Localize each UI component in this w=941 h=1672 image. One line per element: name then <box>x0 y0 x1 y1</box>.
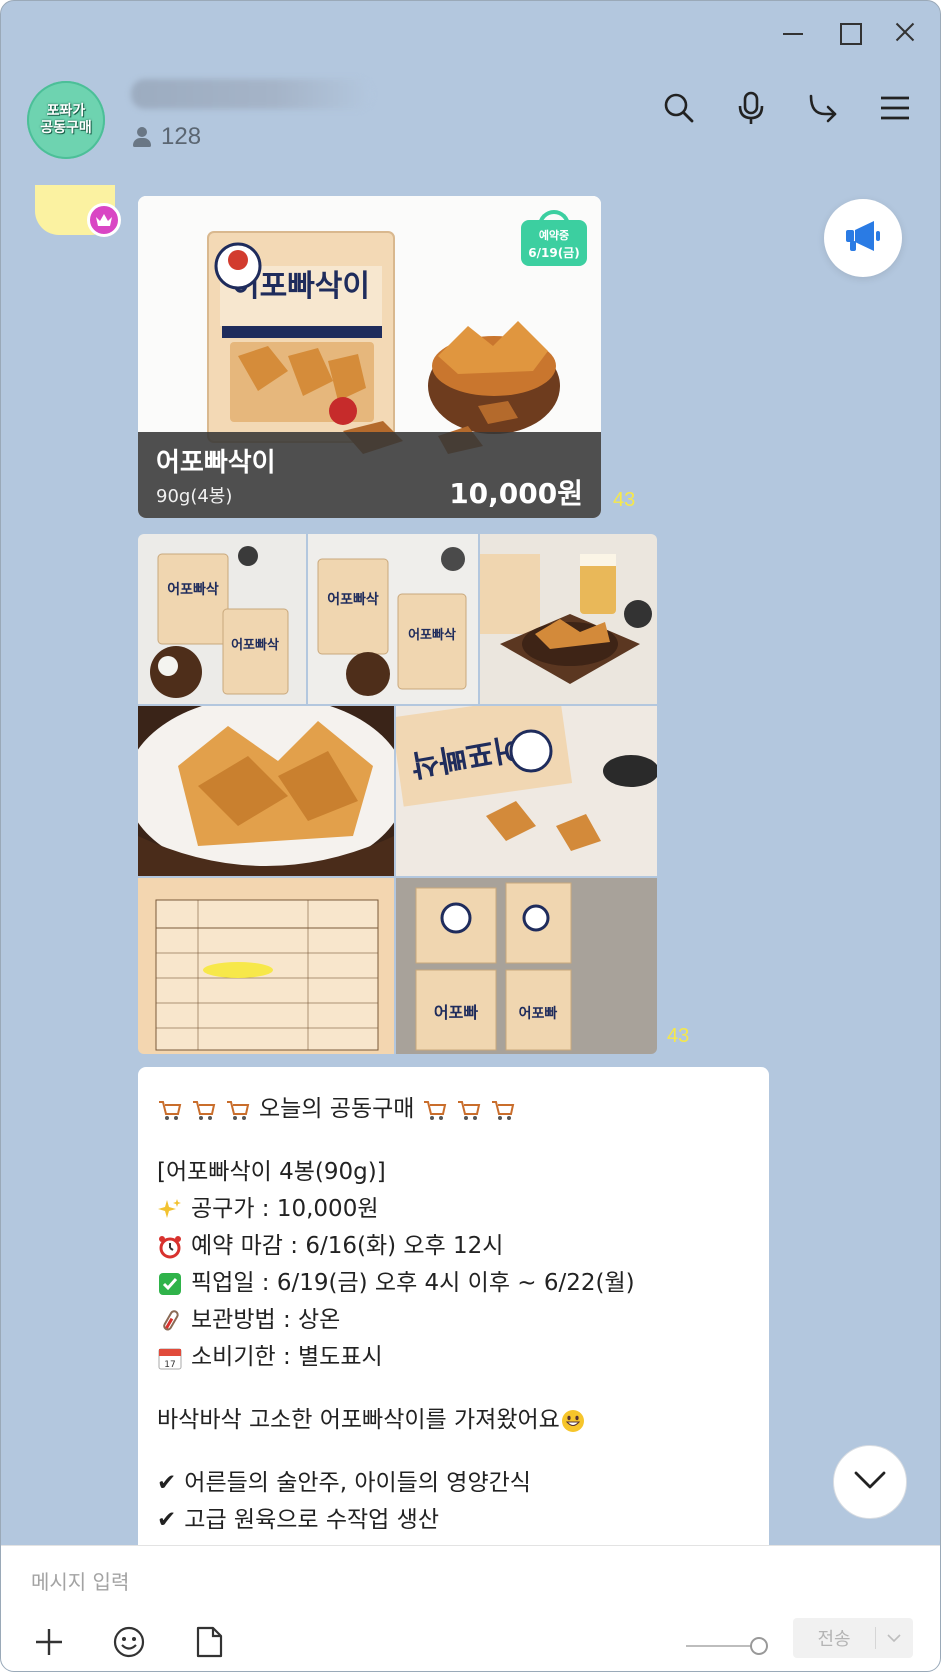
message-price-text: 공구가 : 10,000원 <box>191 1196 379 1222</box>
message-pickup-text: 픽업일 : 6/19(금) 오후 4시 이후 ~ 6/22(월) <box>191 1270 635 1296</box>
file-icon[interactable] <box>191 1624 227 1660</box>
room-avatar[interactable]: 포퐈가 공동구매 <box>27 81 105 159</box>
message-line-point2: ✔ 고급 원육으로 수작업 생산 <box>157 1502 749 1539</box>
photo-grid: 어포빠삭 어포빠삭 어포빠삭 어포빠삭 어포빠삭 어포빠 어포빠 <box>138 534 657 1054</box>
message-line-price: 공구가 : 10,000원 <box>157 1191 749 1228</box>
message-point1-text: 어른들의 술안주, 아이들의 영양간식 <box>184 1470 531 1496</box>
minimize-icon[interactable] <box>780 19 806 45</box>
composer-toolbar <box>31 1624 227 1660</box>
message-line-intro: 바삭바삭 고소한 어포빠삭이를 가져왔어요 <box>157 1402 749 1439</box>
svg-text:어포빠삭: 어포빠삭 <box>231 637 279 653</box>
cart-icon <box>456 1097 482 1123</box>
transparency-slider[interactable] <box>686 1636 768 1656</box>
thermometer-icon <box>157 1308 183 1334</box>
plus-icon[interactable] <box>31 1624 67 1660</box>
product-name: 어포빠삭이 <box>156 448 276 478</box>
share-icon[interactable] <box>806 91 840 125</box>
message-bubble[interactable]: 오늘의 공동구매 [어포빠삭이 4봉(90g)] 공구가 : 10,000원 예… <box>138 1067 769 1551</box>
message-input[interactable] <box>31 1564 891 1600</box>
unread-count: 43 <box>667 1025 690 1047</box>
message-line-pickup: 픽업일 : 6/19(금) 오후 4시 이후 ~ 6/22(월) <box>157 1265 749 1302</box>
sparkles-icon <box>157 1197 183 1223</box>
message-composer: 전송 <box>1 1545 940 1671</box>
chevron-down-icon <box>853 1470 887 1494</box>
announcement-button[interactable] <box>824 199 902 277</box>
header-toolbar <box>662 91 912 125</box>
message-product-text: [어포빠삭이 4봉(90g)] <box>157 1159 386 1185</box>
send-button-label: 전송 <box>817 1629 851 1650</box>
slider-knob[interactable] <box>750 1637 768 1655</box>
chat-header: 포퐈가 공동구매 128 <box>1 71 940 171</box>
alarm-clock-icon <box>157 1234 183 1260</box>
unread-count: 43 <box>613 489 636 511</box>
svg-text:어포빠삭: 어포빠삭 <box>327 591 379 608</box>
message-line-storage: 보관방법 : 상온 <box>157 1302 749 1339</box>
reservation-badge: 예약중 6/19(금) <box>521 210 587 266</box>
send-button[interactable]: 전송 <box>793 1618 913 1658</box>
emoticon-icon[interactable] <box>111 1624 147 1660</box>
check-mark: ✔ <box>157 1470 177 1496</box>
message-line-expiry: 17 소비기한 : 별도표시 <box>157 1339 749 1376</box>
member-count-value: 128 <box>161 123 202 150</box>
message-deadline-text: 예약 마감 : 6/16(화) 오후 12시 <box>191 1233 504 1259</box>
close-icon[interactable] <box>892 19 918 45</box>
member-count[interactable]: 128 <box>131 123 201 151</box>
megaphone-icon <box>844 219 882 257</box>
photo-thumbnail[interactable] <box>138 878 394 1054</box>
message-storage-text: 보관방법 : 상온 <box>191 1307 341 1333</box>
message-title: 오늘의 공동구매 <box>259 1096 415 1122</box>
check-mark: ✔ <box>157 1507 177 1533</box>
room-title-blurred <box>131 79 371 109</box>
photo-thumbnail[interactable]: 어포빠 어포빠 <box>396 878 657 1054</box>
chevron-down-icon[interactable] <box>876 1633 912 1643</box>
message-line-product: [어포빠삭이 4봉(90g)] <box>157 1154 749 1191</box>
cart-icon <box>191 1097 217 1123</box>
scroll-to-bottom-button[interactable] <box>833 1445 907 1519</box>
cart-icon <box>490 1097 516 1123</box>
message-expiry-text: 소비기한 : 별도표시 <box>191 1344 383 1370</box>
svg-text:어포빠삭: 어포빠삭 <box>167 581 219 598</box>
reservation-date: 6/19(금) <box>528 246 580 260</box>
grinning-face-icon <box>560 1408 586 1434</box>
svg-text:어포빠삭: 어포빠삭 <box>408 627 456 643</box>
svg-text:어포빠: 어포빠 <box>434 1003 478 1022</box>
room-avatar-line1: 포퐈가 <box>46 103 86 119</box>
cart-icon <box>422 1097 448 1123</box>
message-line-point1: ✔ 어른들의 술안주, 아이들의 영양간식 <box>157 1465 749 1502</box>
search-icon[interactable] <box>662 91 696 125</box>
photo-thumbnail[interactable]: 어포빠삭 어포빠삭 <box>308 534 478 704</box>
maximize-icon[interactable] <box>836 19 862 45</box>
room-avatar-line2: 공동구매 <box>40 120 92 136</box>
message-line-header: 오늘의 공동구매 <box>157 1091 749 1128</box>
photo-thumbnail[interactable] <box>480 534 657 704</box>
photo-thumbnail[interactable]: 어포빠삭 <box>396 706 657 876</box>
svg-text:어포빠: 어포빠 <box>519 1005 558 1022</box>
product-price: 10,000원 <box>449 477 583 510</box>
crown-icon <box>87 203 121 237</box>
photo-thumbnail[interactable]: 어포빠삭 어포빠삭 <box>138 534 306 704</box>
person-icon <box>131 126 153 148</box>
microphone-icon[interactable] <box>734 91 768 125</box>
product-weight: 90g(4봉) <box>156 486 233 507</box>
reservation-status: 예약중 <box>538 229 570 242</box>
menu-icon[interactable] <box>878 91 912 125</box>
window-controls <box>780 19 918 45</box>
cart-icon <box>157 1097 183 1123</box>
product-card[interactable]: 어포빠삭이 예약중 6/19(금) 어포빠삭이 90g(4봉) 10,000원 <box>138 196 601 518</box>
photo-thumbnail[interactable] <box>138 706 394 876</box>
check-box-icon <box>157 1271 183 1297</box>
chat-window: 포퐈가 공동구매 128 어포빠삭이 예약중 6/19(금) 어포빠삭이 90g… <box>0 0 941 1672</box>
message-intro-text: 바삭바삭 고소한 어포빠삭이를 가져왔어요 <box>157 1407 560 1433</box>
svg-text:17: 17 <box>164 1360 175 1370</box>
sender-avatar[interactable] <box>35 185 121 237</box>
message-point2-text: 고급 원육으로 수작업 생산 <box>184 1507 439 1533</box>
cart-icon <box>225 1097 251 1123</box>
product-info-bar: 어포빠삭이 90g(4봉) 10,000원 <box>138 432 601 518</box>
calendar-icon: 17 <box>157 1345 183 1371</box>
message-line-deadline: 예약 마감 : 6/16(화) 오후 12시 <box>157 1228 749 1265</box>
